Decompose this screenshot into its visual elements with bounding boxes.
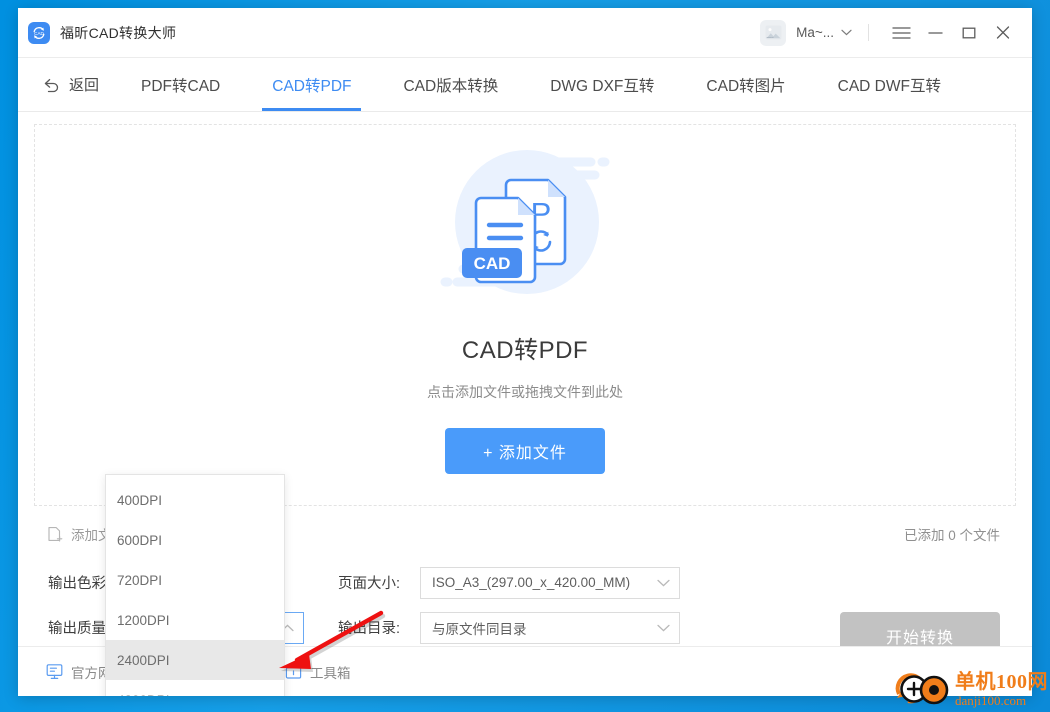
file-drop-zone[interactable]: P CAD CAD转PDF 点击添加文件或拖拽文件到此处 + 添加文件 [34,124,1016,506]
avatar[interactable] [760,19,787,46]
page-size-group: 页面大小: ISO_A3_(297.00_x_420.00_MM) [338,566,680,599]
tab-label: CAD转PDF [272,77,352,95]
watermark: 单机100网 danji100.com [893,668,1048,710]
dropdown-option-1200dpi[interactable]: 1200DPI [106,600,284,640]
chevron-down-icon [841,29,852,36]
illustration-graphic: P CAD [440,150,610,294]
back-button[interactable]: 返回 [36,58,115,111]
add-file-button[interactable]: + 添加文件 [445,428,605,474]
tab-label: CAD版本转换 [403,77,499,95]
toolbox-icon [285,664,302,679]
option-label: 720DPI [117,572,163,588]
cad-to-pdf-illustration: P CAD [435,142,615,322]
watermark-text: 单机100网 danji100.com [955,672,1048,707]
tab-pdf-to-cad[interactable]: PDF转CAD [115,58,246,111]
menu-button[interactable] [884,16,918,50]
dropzone-title: CAD转PDF [461,337,589,364]
footer-toolbox[interactable]: 工具箱 [285,662,351,682]
title-bar: CAD 福昕CAD转换大师 Ma~... [18,8,1032,58]
tab-label: PDF转CAD [141,77,221,95]
option-label: 600DPI [117,532,163,548]
maximize-icon [962,27,976,38]
main-content: P CAD CAD转PDF 点击添加文件或拖拽文件到此处 + 添加文件 添加文件… [18,112,1032,696]
watermark-cn: 单机100网 [955,670,1048,693]
option-label: 400DPI [117,492,163,508]
svg-text:CAD: CAD [34,30,44,35]
undo-arrow-icon [44,78,59,92]
tab-cad-version-convert[interactable]: CAD版本转换 [377,58,524,111]
output-dir-label: 输出目录: [338,621,401,637]
tab-label: CAD DWF互转 [837,77,941,95]
file-count-text: 已添加 0 个文件 [903,528,1000,543]
app-logo-icon: CAD [28,21,50,44]
page-size-value: ISO_A3_(297.00_x_420.00_MM) [432,575,631,590]
option-label: 4800DPI [117,693,170,697]
maximize-button[interactable] [952,16,986,50]
close-button[interactable] [986,16,1020,50]
output-quality-dropdown[interactable]: 400DPI 600DPI 720DPI 1200DPI 2400DPI 480… [105,474,285,696]
user-menu-chevron[interactable] [841,29,852,36]
dropdown-option-600dpi[interactable]: 600DPI [106,520,284,560]
title-bar-divider [868,24,869,41]
dropdown-option-400dpi[interactable]: 400DPI [106,480,284,520]
chevron-down-icon [657,579,670,587]
output-dir-group: 输出目录: 与原文件同目录 [338,611,680,644]
tab-label: DWG DXF互转 [550,77,655,95]
page-size-select[interactable]: ISO_A3_(297.00_x_420.00_MM) [420,566,680,599]
option-label: 2400DPI [117,652,170,668]
dropzone-subtitle: 点击添加文件或拖拽文件到此处 [427,384,623,400]
tab-cad-to-image[interactable]: CAD转图片 [680,58,811,111]
back-label: 返回 [69,77,100,94]
chevron-down-icon [657,624,670,632]
dropdown-option-720dpi[interactable]: 720DPI [106,560,284,600]
tab-dwg-dxf[interactable]: DWG DXF互转 [524,58,680,111]
page-size-label: 页面大小: [338,576,401,592]
image-placeholder-icon [765,25,782,40]
app-window: CAD 福昕CAD转换大师 Ma~... 返回 PDF转CAD CAD转PDF … [18,8,1032,696]
close-icon [996,26,1010,39]
tab-cad-to-pdf[interactable]: CAD转PDF [246,58,377,111]
output-dir-select[interactable]: 与原文件同目录 [420,611,680,644]
illustration-badge-text: CAD [474,254,511,273]
cad-convert-glyph: CAD [33,26,45,39]
monitor-icon [46,664,63,679]
nav-tabs: PDF转CAD CAD转PDF CAD版本转换 DWG DXF互转 CAD转图片… [115,58,967,111]
watermark-en: danji100.com [955,692,1027,708]
user-name[interactable]: Ma~... [796,25,834,40]
app-title: 福昕CAD转换大师 [60,24,177,41]
tab-label: CAD转图片 [706,77,786,95]
title-bar-right: Ma~... [760,16,1020,50]
minimize-button[interactable] [918,16,952,50]
add-file-icon [48,527,63,542]
dropdown-option-2400dpi[interactable]: 2400DPI [106,640,284,680]
main-nav: 返回 PDF转CAD CAD转PDF CAD版本转换 DWG DXF互转 CAD… [18,58,1032,112]
footer-label: 工具箱 [310,665,351,681]
output-dir-value: 与原文件同目录 [432,621,527,637]
option-label: 1200DPI [117,612,170,628]
minimize-icon [927,31,943,34]
dropdown-option-4800dpi[interactable]: 4800DPI [106,680,284,697]
tab-cad-dwf[interactable]: CAD DWF互转 [812,58,967,111]
danji-circles-logo [895,673,949,705]
hamburger-menu-icon [891,26,911,39]
